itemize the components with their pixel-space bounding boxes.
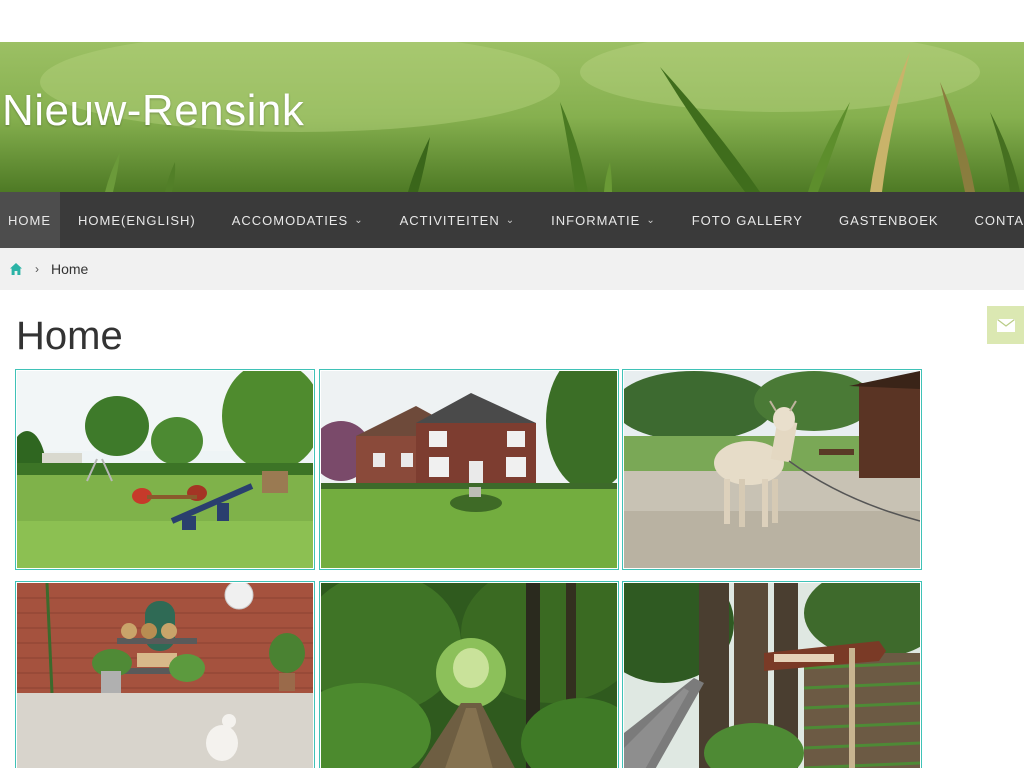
gallery-photo-farmhouse[interactable] xyxy=(319,369,619,570)
farmhouse-photo xyxy=(321,371,617,568)
nav-item-label: ACCOMODATIES xyxy=(231,212,349,228)
nav-item-label: HOME(ENGLISH) xyxy=(78,212,196,228)
mail-tab[interactable] xyxy=(987,306,1024,344)
nav-item-informatie[interactable]: INFORMATIE ⌄ xyxy=(533,192,674,248)
nav-item-label: FOTO GALLERY xyxy=(691,212,803,228)
envelope-icon xyxy=(996,318,1015,332)
forest-path-photo xyxy=(321,583,617,768)
site-title[interactable]: Nieuw-Rensink xyxy=(2,86,304,136)
nav-item-foto-gallery[interactable]: FOTO GALLERY xyxy=(674,192,821,248)
nav-item-activiteiten[interactable]: ACTIVITEITEN ⌄ xyxy=(382,192,534,248)
gallery-photo-goat[interactable] xyxy=(622,369,922,570)
nav-item-accomodaties[interactable]: ACCOMODATIES ⌄ xyxy=(214,192,382,248)
chevron-right-icon: › xyxy=(35,262,39,276)
breadcrumb-current: Home xyxy=(51,261,89,277)
nav-item-label: CONTACT xyxy=(974,212,1024,228)
road-sign-photo xyxy=(624,583,920,768)
breadcrumb: › Home xyxy=(0,248,1024,290)
gallery-photo-road-sign[interactable] xyxy=(622,581,922,768)
header-banner: Nieuw-Rensink xyxy=(0,42,1024,192)
nav-item-label: ACTIVITEITEN xyxy=(399,212,500,228)
brick-wall-photo xyxy=(17,583,313,768)
nav-item-gastenboek[interactable]: GASTENBOEK xyxy=(821,192,957,248)
playground-photo xyxy=(17,371,313,568)
nav-item-home[interactable]: HOME xyxy=(0,192,60,248)
nav-item-contact[interactable]: CONTACT xyxy=(957,192,1024,248)
chevron-down-icon: ⌄ xyxy=(646,214,656,226)
nav-item-home-english[interactable]: HOME(ENGLISH) xyxy=(60,192,214,248)
page-title: Home xyxy=(16,314,123,358)
nav-item-label: HOME xyxy=(8,212,51,228)
gallery-photo-forest-path[interactable] xyxy=(319,581,619,768)
nav-item-label: GASTENBOEK xyxy=(838,212,939,228)
gallery-photo-playground[interactable] xyxy=(15,369,315,570)
home-icon[interactable] xyxy=(9,262,23,276)
chevron-down-icon: ⌄ xyxy=(505,214,516,226)
chevron-down-icon: ⌄ xyxy=(354,214,364,226)
goat-photo xyxy=(624,371,920,568)
top-bar xyxy=(0,0,1024,42)
main-navigation: HOME HOME(ENGLISH) ACCOMODATIES ⌄ ACTIVI… xyxy=(0,192,1024,248)
gallery-photo-brick-wall[interactable] xyxy=(15,581,315,768)
nav-item-label: INFORMATIE xyxy=(551,212,641,228)
